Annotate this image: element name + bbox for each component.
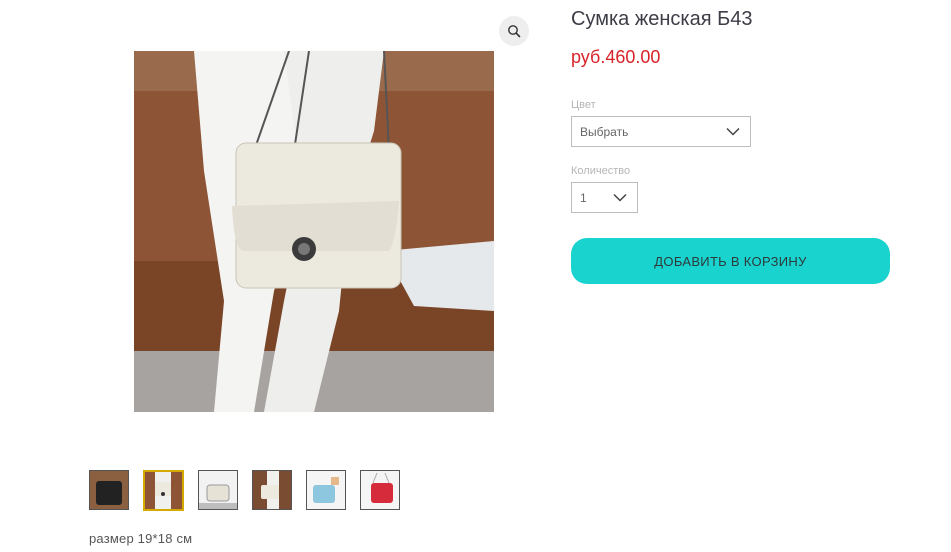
quantity-select[interactable]: 1 bbox=[571, 182, 638, 213]
thumbnail-blue-bag[interactable] bbox=[306, 470, 346, 510]
add-to-cart-button[interactable]: ДОБАВИТЬ В КОРЗИНУ bbox=[571, 238, 890, 284]
product-title: Сумка женская Б43 bbox=[571, 8, 753, 30]
thumbnail-white-bag-detail[interactable] bbox=[252, 470, 292, 510]
zoom-button[interactable] bbox=[499, 16, 529, 46]
chevron-down-icon bbox=[726, 127, 740, 136]
product-main-image[interactable] bbox=[134, 51, 494, 412]
thumbnail-strip bbox=[89, 470, 400, 511]
color-label: Цвет bbox=[571, 99, 596, 111]
color-select-value: Выбрать bbox=[580, 124, 629, 139]
thumbnail-white-bag-selected[interactable] bbox=[143, 470, 184, 511]
quantity-label: Количество bbox=[571, 165, 631, 177]
chevron-down-icon bbox=[613, 193, 627, 202]
magnifier-icon bbox=[508, 25, 521, 38]
thumbnail-white-bag-side[interactable] bbox=[198, 470, 238, 510]
thumbnail-black-bag[interactable] bbox=[89, 470, 129, 510]
quantity-select-value: 1 bbox=[580, 190, 587, 205]
color-select[interactable]: Выбрать bbox=[571, 116, 751, 147]
product-description: размер 19*18 см bbox=[89, 531, 193, 546]
product-price: руб.460.00 bbox=[571, 47, 661, 67]
thumbnail-red-bag[interactable] bbox=[360, 470, 400, 510]
